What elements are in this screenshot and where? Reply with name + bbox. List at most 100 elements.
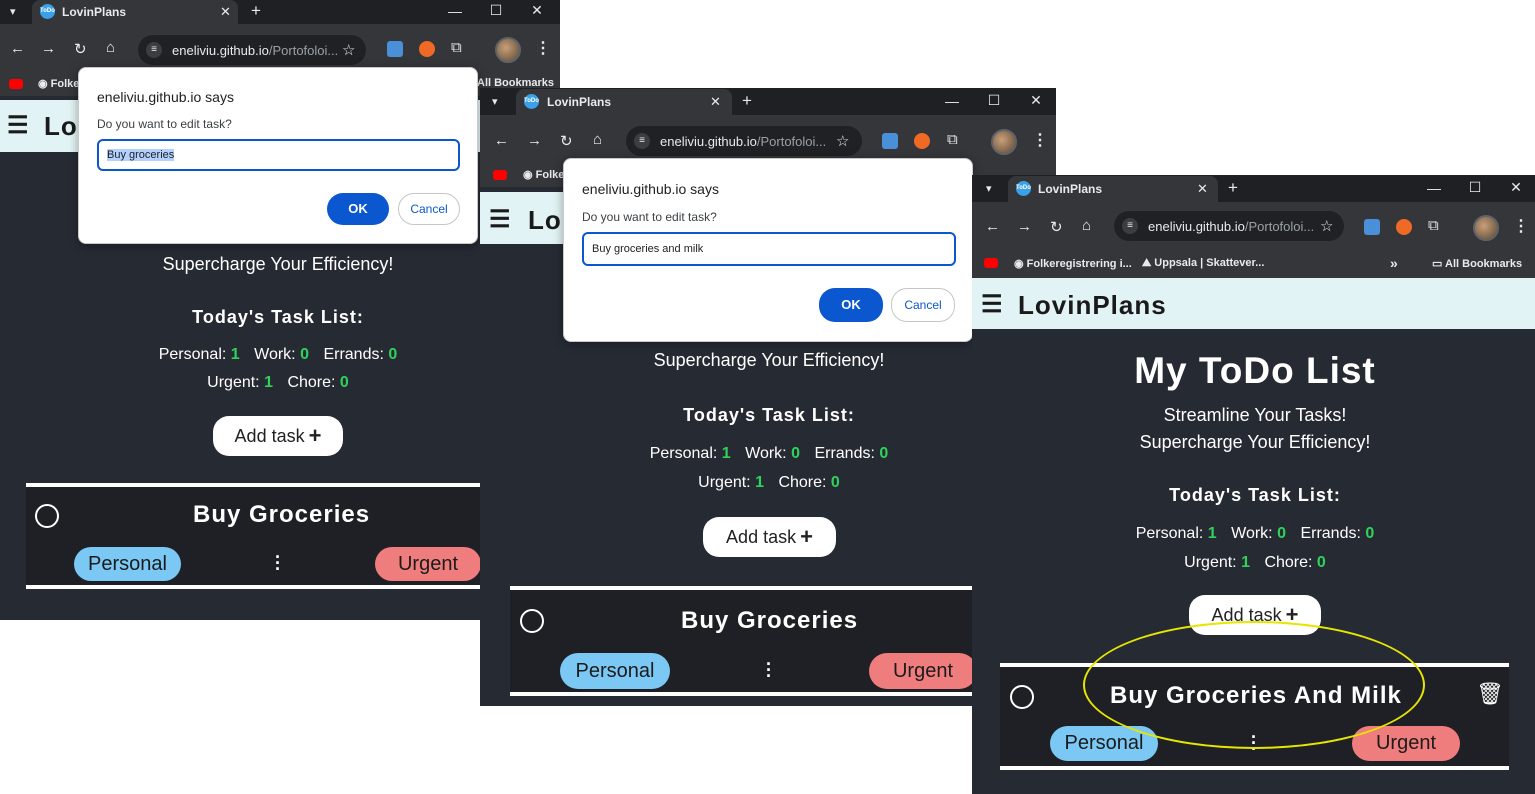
bookmark-folkeregistrering[interactable]: ◉ Folkeregistrering i... <box>1014 257 1132 270</box>
task-complete-radio[interactable] <box>520 609 544 633</box>
extension-icon[interactable] <box>419 41 435 57</box>
checklist-menu-icon[interactable]: ☰ <box>981 290 1003 319</box>
tag-personal[interactable]: Personal <box>74 547 181 581</box>
address-bar[interactable]: ≡ eneliviu.github.io/Portofoloi... ☆ <box>626 126 862 156</box>
youtube-icon[interactable] <box>984 258 998 268</box>
back-icon[interactable]: ← <box>985 218 1000 235</box>
maximize-icon[interactable]: ☐ <box>486 2 506 19</box>
back-icon[interactable]: ← <box>10 40 25 57</box>
forward-icon[interactable]: → <box>41 40 56 57</box>
page-heading: My ToDo List <box>1134 350 1376 391</box>
task-options-icon[interactable]: · · · <box>764 655 774 685</box>
category-counts-row-2: Urgent: 1 Chore: 0 <box>698 474 840 491</box>
close-window-icon[interactable]: ✕ <box>527 2 547 19</box>
new-tab-icon[interactable]: + <box>1228 178 1238 198</box>
ok-button[interactable]: OK <box>327 193 389 225</box>
tag-personal[interactable]: Personal <box>560 653 670 689</box>
tab-lovinplans[interactable]: ToDo LovinPlans ✕ <box>1008 176 1218 202</box>
maximize-icon[interactable]: ☐ <box>1465 179 1485 196</box>
forward-icon[interactable]: → <box>1017 218 1032 235</box>
tag-urgent[interactable]: Urgent <box>869 653 977 689</box>
maximize-icon[interactable]: ☐ <box>984 92 1004 109</box>
extension-icon[interactable] <box>882 133 898 149</box>
minimize-icon[interactable]: — <box>1424 180 1444 196</box>
cancel-button[interactable]: Cancel <box>398 193 460 225</box>
extension-icon[interactable] <box>387 41 403 57</box>
minimize-icon[interactable]: — <box>942 93 962 109</box>
tab-lovinplans[interactable]: ToDo LovinPlans ✕ <box>32 0 238 24</box>
reload-icon[interactable]: ↻ <box>1050 218 1063 236</box>
task-title[interactable]: Buy Groceries <box>193 501 370 529</box>
site-info-icon[interactable]: ≡ <box>634 133 650 149</box>
delete-trash-icon[interactable]: 🗑 <box>1476 681 1504 707</box>
ok-button[interactable]: OK <box>819 288 883 322</box>
task-list-title: Today's Task List: <box>683 405 855 425</box>
checklist-menu-icon[interactable]: ☰ <box>7 111 29 140</box>
bookmarks-overflow-icon[interactable]: » <box>1390 255 1398 271</box>
checklist-menu-icon[interactable]: ☰ <box>489 205 511 234</box>
address-bar[interactable]: ≡ eneliviu.github.io/Portofoloi... ☆ <box>138 35 366 65</box>
extensions-puzzle-icon[interactable]: ⧉ <box>1428 217 1439 234</box>
reload-icon[interactable]: ↻ <box>74 40 87 58</box>
task-title[interactable]: Buy Groceries <box>681 607 858 635</box>
extension-icon[interactable] <box>1364 219 1380 235</box>
bookmark-star-icon[interactable]: ☆ <box>1320 217 1333 235</box>
bookmark-folke[interactable]: ◉ Folke <box>523 168 564 181</box>
brand-name: Lo <box>44 111 78 141</box>
task-list-title: Today's Task List: <box>192 307 364 327</box>
home-icon[interactable]: ⌂ <box>1082 217 1091 234</box>
task-complete-radio[interactable] <box>35 504 59 528</box>
browser-menu-icon[interactable]: ⋮ <box>1513 216 1529 236</box>
close-window-icon[interactable]: ✕ <box>1506 179 1526 196</box>
reload-icon[interactable]: ↻ <box>560 132 573 150</box>
extension-icon[interactable] <box>914 133 930 149</box>
edit-task-input[interactable]: Buy groceries <box>97 139 460 171</box>
browser-window-2: ▾ ToDo LovinPlans ✕ + — ☐ ✕ ← → ↻ ⌂ ≡ en… <box>480 88 1056 706</box>
forward-icon[interactable]: → <box>527 132 542 149</box>
tab-search-icon[interactable]: ▾ <box>492 95 498 108</box>
close-tab-icon[interactable]: ✕ <box>710 94 721 110</box>
todo-favicon-icon: ToDo <box>524 94 539 109</box>
home-icon[interactable]: ⌂ <box>593 131 602 148</box>
profile-avatar[interactable] <box>495 37 521 63</box>
bookmark-star-icon[interactable]: ☆ <box>342 41 355 59</box>
tab-search-icon[interactable]: ▾ <box>10 5 16 18</box>
edit-task-input[interactable]: Buy groceries and milk <box>582 232 956 266</box>
bookmarks-bar: ◉ Folkeregistrering i... ⛰ Uppsala | Ska… <box>972 250 1535 278</box>
site-info-icon[interactable]: ≡ <box>146 42 162 58</box>
extensions-puzzle-icon[interactable]: ⧉ <box>947 131 958 148</box>
browser-menu-icon[interactable]: ⋮ <box>535 38 551 58</box>
youtube-icon[interactable] <box>9 79 23 89</box>
task-complete-radio[interactable] <box>1010 685 1034 709</box>
tab-search-icon[interactable]: ▾ <box>986 182 992 195</box>
plus-icon: + <box>308 423 322 448</box>
new-tab-icon[interactable]: + <box>251 1 261 21</box>
bookmark-folke[interactable]: ◉ Folke <box>38 77 79 90</box>
minimize-icon[interactable]: — <box>445 3 465 19</box>
tab-lovinplans[interactable]: ToDo LovinPlans ✕ <box>516 89 732 115</box>
category-counts-row-2: Urgent: 1 Chore: 0 <box>1184 554 1326 571</box>
bookmark-uppsala[interactable]: ⛰ Uppsala | Skattever... <box>1142 257 1264 270</box>
add-task-button[interactable]: Add task + <box>703 517 836 557</box>
profile-avatar[interactable] <box>1473 215 1499 241</box>
extensions-puzzle-icon[interactable]: ⧉ <box>451 39 462 56</box>
bookmark-all[interactable]: ▭ All Bookmarks <box>1432 257 1522 270</box>
tag-urgent[interactable]: Urgent <box>375 547 481 581</box>
home-icon[interactable]: ⌂ <box>106 39 115 56</box>
youtube-icon[interactable] <box>493 170 507 180</box>
cancel-button[interactable]: Cancel <box>891 288 955 322</box>
close-tab-icon[interactable]: ✕ <box>1197 181 1208 197</box>
plus-icon: + <box>800 524 813 549</box>
new-tab-icon[interactable]: + <box>742 91 752 111</box>
back-icon[interactable]: ← <box>494 132 509 149</box>
close-window-icon[interactable]: ✕ <box>1026 92 1046 109</box>
address-bar[interactable]: ≡ eneliviu.github.io/Portofoloi... ☆ <box>1114 211 1344 241</box>
task-options-icon[interactable]: · · · <box>273 548 283 578</box>
profile-avatar[interactable] <box>991 129 1017 155</box>
site-info-icon[interactable]: ≡ <box>1122 218 1138 234</box>
close-tab-icon[interactable]: ✕ <box>220 4 231 20</box>
extension-icon[interactable] <box>1396 219 1412 235</box>
browser-menu-icon[interactable]: ⋮ <box>1032 130 1048 150</box>
bookmark-star-icon[interactable]: ☆ <box>836 132 849 150</box>
add-task-button[interactable]: Add task + <box>213 416 343 456</box>
